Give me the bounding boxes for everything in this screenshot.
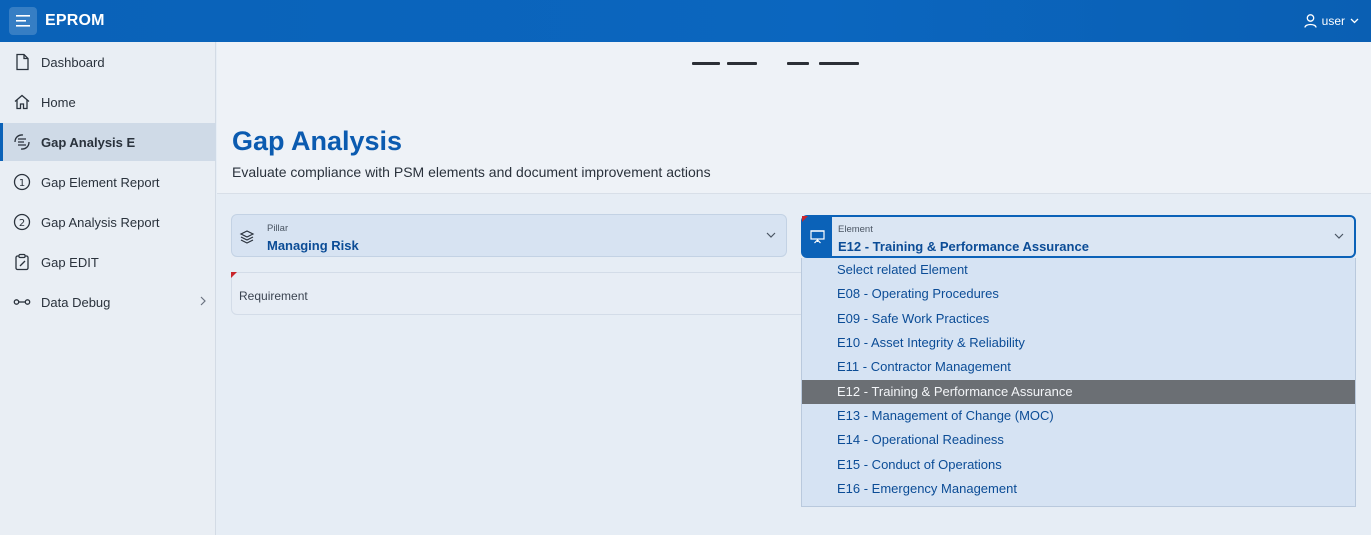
dropdown-option[interactable]: E09 - Safe Work Practices	[802, 307, 1355, 331]
chevron-right-icon	[200, 296, 206, 306]
svg-text:2: 2	[19, 218, 25, 229]
app-title[interactable]: EPROM	[45, 12, 105, 30]
sidebar-item-label: Gap EDIT	[41, 255, 99, 270]
dropdown-option[interactable]: Select related Element	[802, 258, 1355, 282]
user-menu[interactable]: user	[1304, 13, 1359, 29]
sidebar-item-dashboard[interactable]: Dashboard	[0, 43, 216, 81]
pillar-select[interactable]: Pillar Managing Risk	[231, 214, 787, 257]
dropdown-option[interactable]: E11 - Contractor Management	[802, 355, 1355, 379]
number-2-icon: 2	[13, 213, 31, 231]
home-icon	[14, 94, 30, 110]
page-title: Gap Analysis	[232, 126, 403, 156]
element-value: E12 - Training & Performance Assurance	[838, 239, 1089, 254]
top-bar: EPROM user	[0, 0, 1371, 42]
dropdown-option[interactable]: E16 - Emergency Management	[802, 477, 1355, 501]
element-select[interactable]: Element E12 - Training & Performance Ass…	[801, 215, 1356, 258]
dropdown-option[interactable]: E15 - Conduct of Operations	[802, 453, 1355, 477]
layers-icon	[239, 230, 255, 244]
page-subtitle: Evaluate compliance with PSM elements an…	[232, 164, 711, 180]
clipboard-edit-icon	[15, 253, 29, 271]
menu-toggle-button[interactable]	[9, 7, 37, 35]
hamburger-icon	[16, 15, 30, 27]
sidebar-item-label: Home	[41, 95, 76, 110]
chevron-down-icon	[1334, 233, 1344, 239]
sidebar: Dashboard Home Gap Analysis E 1 Gap Elem…	[0, 42, 216, 535]
sidebar-item-gap-edit[interactable]: Gap EDIT	[0, 243, 216, 281]
svg-text:1: 1	[19, 178, 25, 189]
user-icon	[1304, 14, 1317, 28]
element-dropdown-list: Select related Element E08 - Operating P…	[801, 258, 1356, 507]
dropdown-option[interactable]: E13 - Management of Change (MOC)	[802, 404, 1355, 428]
pillar-label: Pillar	[267, 223, 289, 234]
required-indicator	[231, 272, 237, 278]
chevron-down-icon	[1350, 18, 1359, 24]
element-icon-box	[803, 217, 832, 256]
sidebar-item-gap-analysis-e[interactable]: Gap Analysis E	[0, 123, 216, 161]
required-indicator	[802, 216, 808, 222]
dropdown-option[interactable]: E08 - Operating Procedures	[802, 282, 1355, 306]
scrolled-header-text-fragment	[687, 62, 897, 70]
sidebar-item-label: Gap Analysis Report	[41, 215, 160, 230]
sidebar-item-label: Dashboard	[41, 55, 105, 70]
user-name: user	[1321, 14, 1345, 28]
dropdown-option[interactable]: E14 - Operational Readiness	[802, 428, 1355, 452]
sidebar-item-home[interactable]: Home	[0, 83, 216, 121]
main-content: Gap Analysis Evaluate compliance with PS…	[217, 42, 1371, 535]
number-1-icon: 1	[13, 173, 31, 191]
sidebar-item-gap-analysis-report[interactable]: 2 Gap Analysis Report	[0, 203, 216, 241]
sidebar-item-gap-element-report[interactable]: 1 Gap Element Report	[0, 163, 216, 201]
requirement-field[interactable]: Requirement	[231, 272, 831, 315]
element-label: Element	[838, 224, 873, 235]
sidebar-item-label: Gap Element Report	[41, 175, 160, 190]
sidebar-item-label: Gap Analysis E	[41, 135, 136, 150]
sidebar-item-data-debug[interactable]: Data Debug	[0, 283, 216, 321]
requirement-label: Requirement	[239, 289, 308, 303]
dropdown-option[interactable]: E10 - Asset Integrity & Reliability	[802, 331, 1355, 355]
page-header: Gap Analysis Evaluate compliance with PS…	[217, 42, 1371, 194]
dropdown-option-selected[interactable]: E12 - Training & Performance Assurance	[802, 380, 1355, 404]
gap-analysis-icon	[14, 134, 30, 150]
pillar-value: Managing Risk	[267, 238, 359, 253]
presentation-board-icon	[810, 230, 825, 244]
file-icon	[16, 53, 29, 71]
chevron-down-icon	[766, 232, 776, 238]
sidebar-item-label: Data Debug	[41, 295, 111, 310]
link-icon	[13, 299, 31, 305]
